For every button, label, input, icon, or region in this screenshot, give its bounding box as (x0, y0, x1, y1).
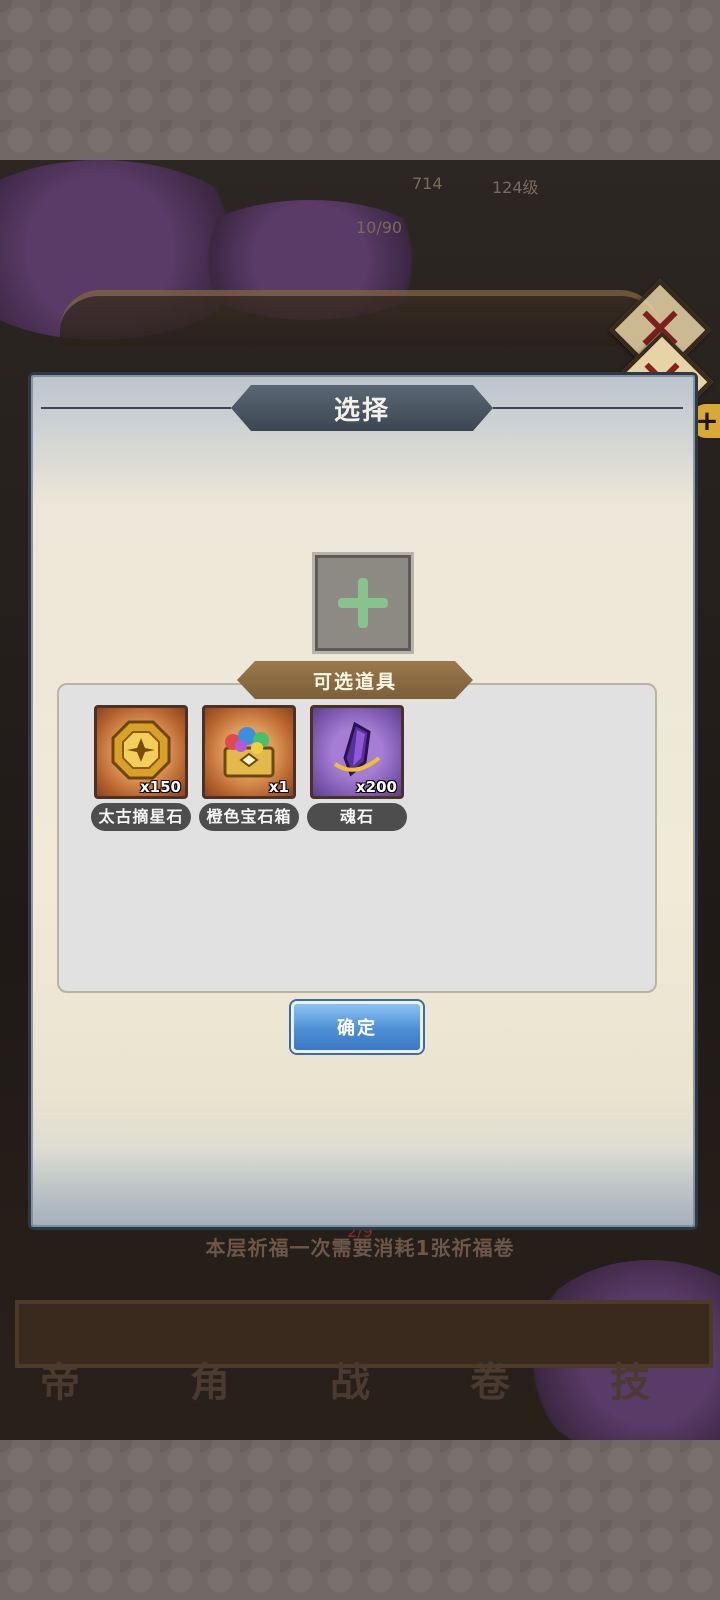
purple-soul-stone-icon (333, 721, 381, 777)
ink-wash-bottom (31, 1147, 695, 1227)
confirm-button[interactable]: 确定 (291, 1001, 423, 1053)
item-count: x1 (268, 778, 289, 796)
dialog-title-bar: 选择 (231, 385, 493, 431)
item-name: 太古摘星石 (91, 803, 191, 831)
bottom-tab[interactable]: 角 (190, 1350, 230, 1408)
octagon-star-stone-icon (111, 720, 171, 780)
bottom-tab[interactable]: 帝 (40, 1350, 80, 1408)
top-pattern-band (0, 0, 720, 160)
item-icon-frame: x200 (310, 705, 404, 799)
add-item-slot[interactable] (315, 555, 411, 651)
title-line-right (493, 407, 683, 409)
title-line-left (41, 407, 231, 409)
item-icon-frame: x1 (202, 705, 296, 799)
stat-value: 714 (412, 174, 443, 193)
gem-chest-icon (223, 727, 275, 778)
item-count: x200 (356, 778, 397, 796)
select-item-dialog: 选择 可选道具 x150 太古摘星石 x1 橙色宝石箱 x200 魂石 确定 (28, 372, 698, 1230)
plus-icon (358, 578, 368, 628)
temple-roof (60, 290, 660, 346)
level-value: 124级 (492, 178, 539, 197)
item-icon-frame: x150 (94, 705, 188, 799)
bottom-tab[interactable]: 卷 (470, 1350, 510, 1408)
progress-value: 10/90 (356, 218, 403, 237)
selectable-items-header: 可选道具 (237, 661, 473, 699)
dialog-title: 选择 (333, 395, 390, 426)
item-count: x150 (140, 778, 181, 796)
pray-hint-text: 本层祈福一次需要消耗1张祈福卷 (205, 1236, 515, 1260)
item-soul-stone[interactable]: x200 魂石 (307, 705, 407, 831)
item-taigu-star-stone[interactable]: x150 太古摘星石 (91, 705, 191, 831)
bottom-pattern-band (0, 1440, 720, 1600)
item-name: 魂石 (307, 803, 407, 831)
item-name: 橙色宝石箱 (199, 803, 299, 831)
bottom-tab[interactable]: 战 (330, 1350, 370, 1408)
bottom-tab[interactable]: 技 (610, 1350, 650, 1408)
item-orange-gem-chest[interactable]: x1 橙色宝石箱 (199, 705, 299, 831)
